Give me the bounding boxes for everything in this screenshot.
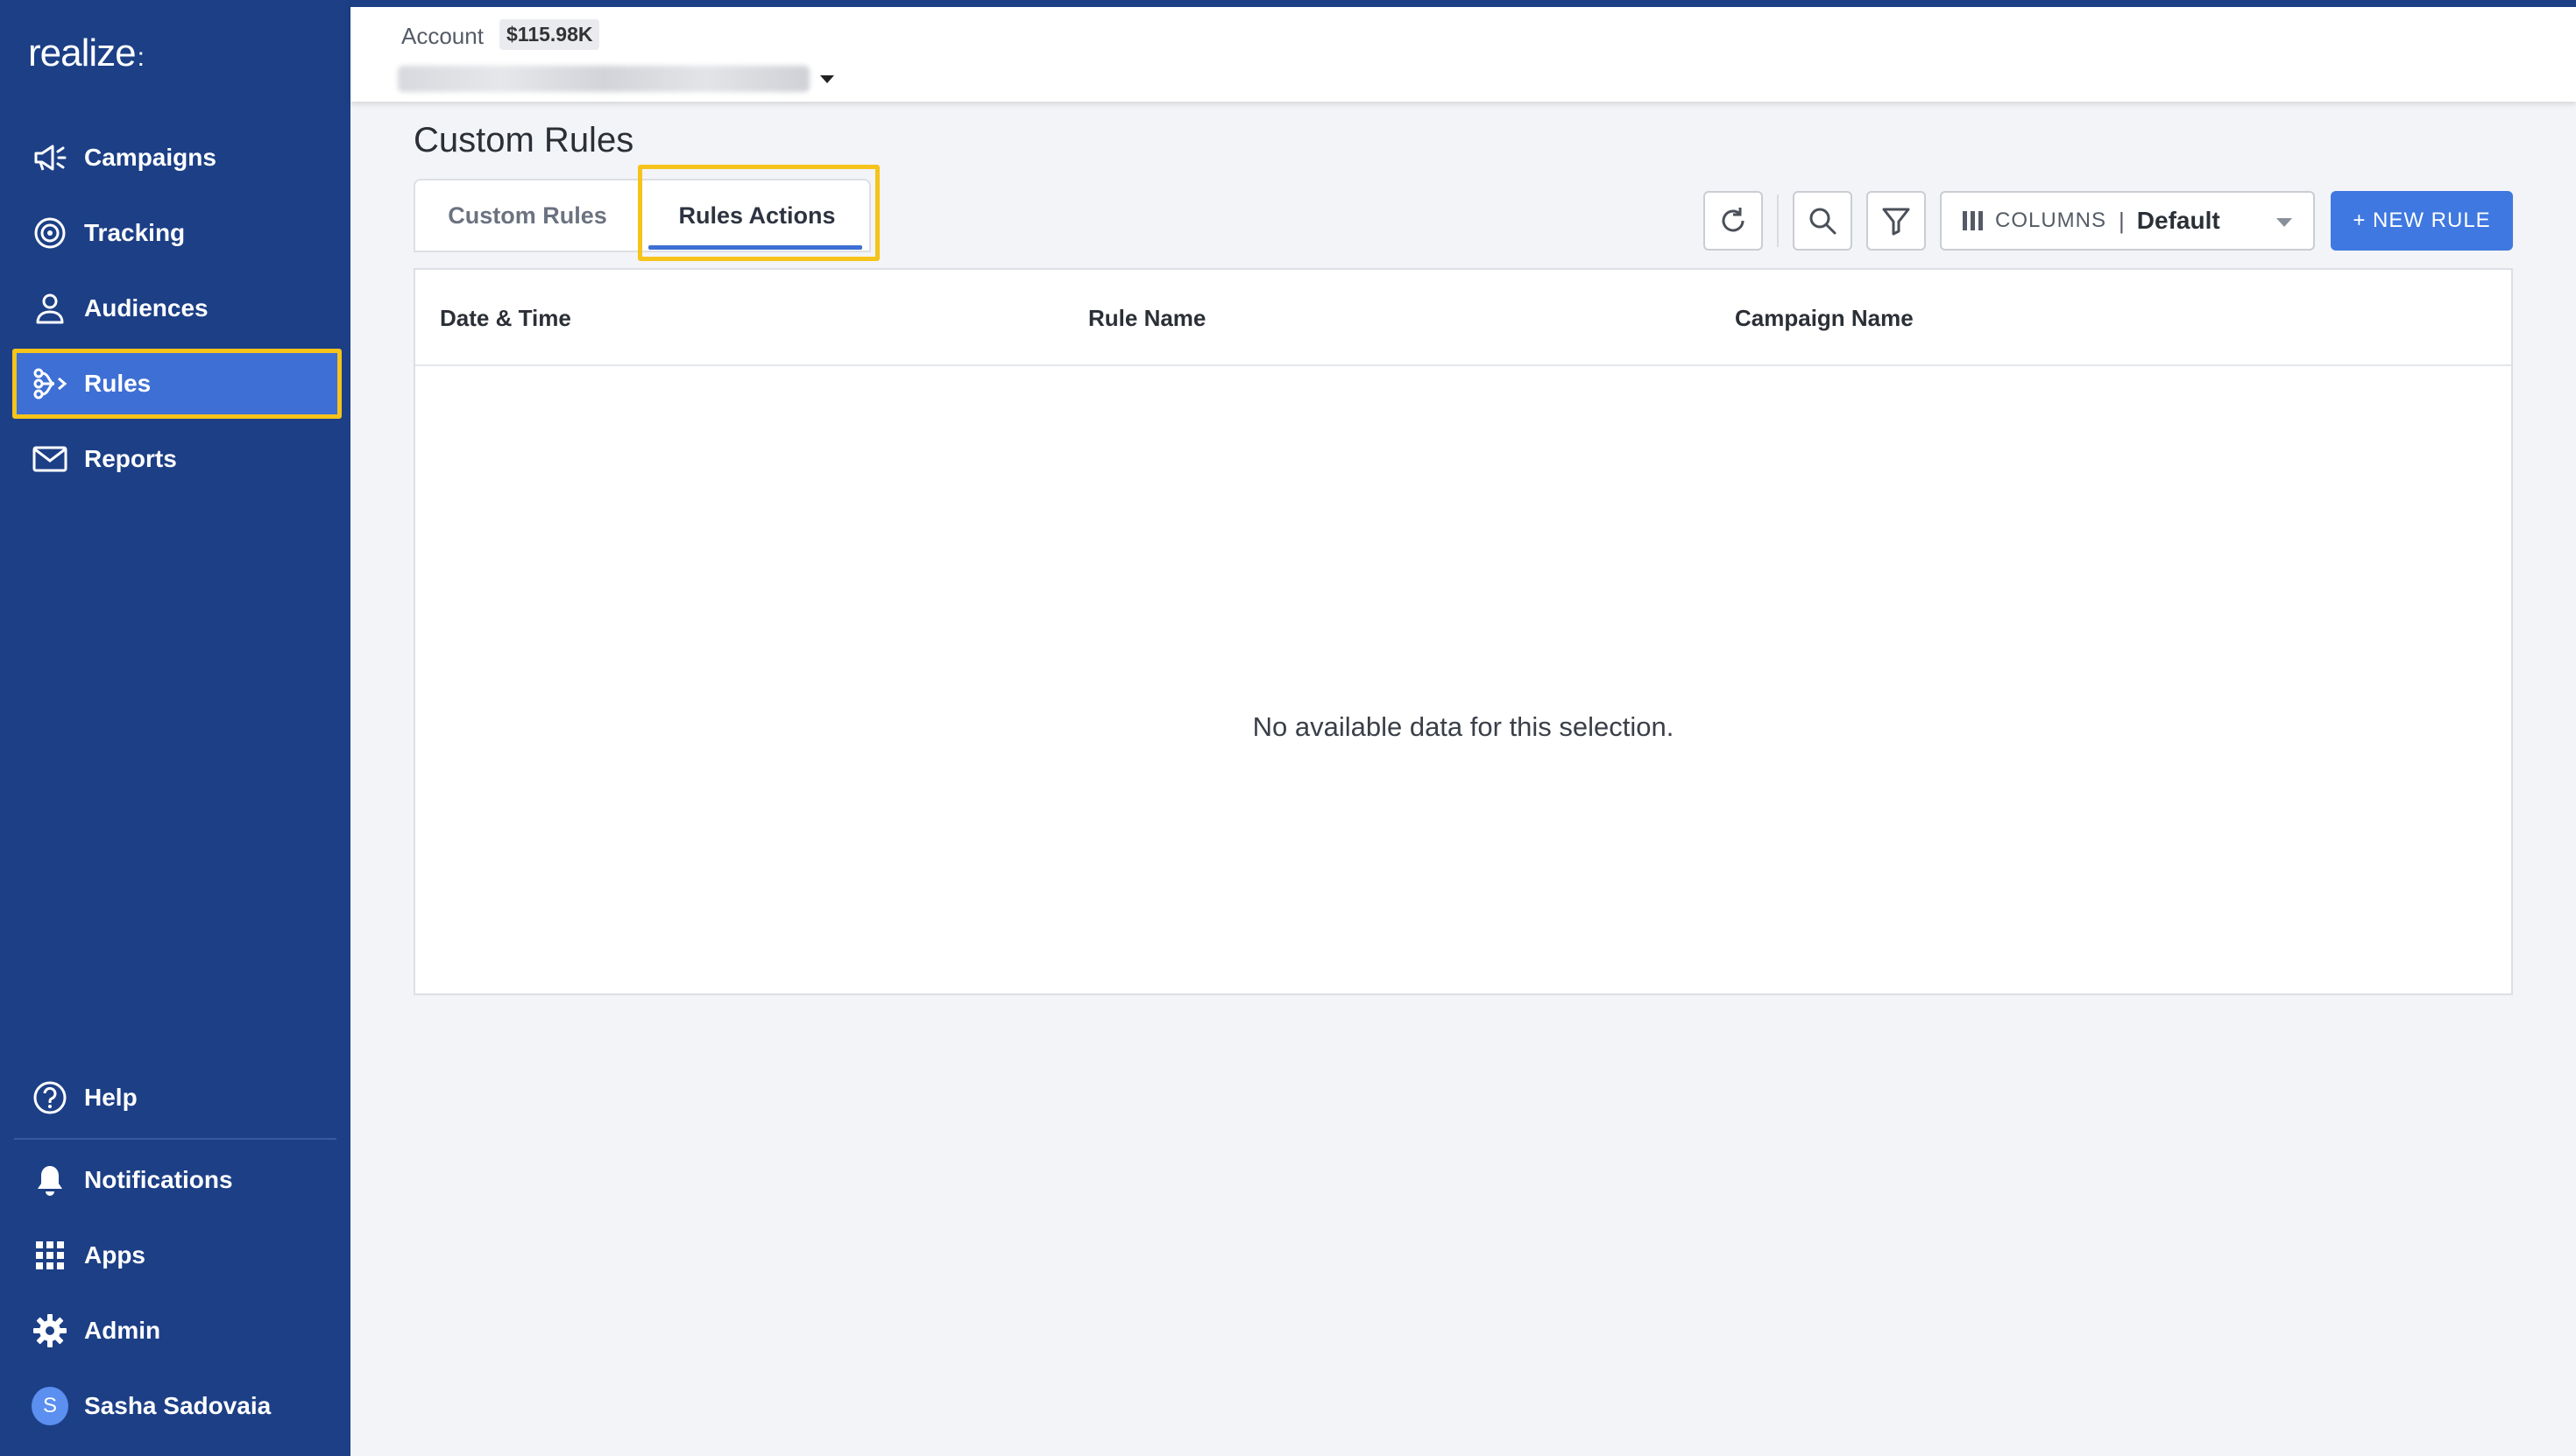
sidebar-item-tracking[interactable]: Tracking <box>12 198 342 268</box>
sidebar: realize: Campaigns Tracking Audiences Ru… <box>0 0 350 1456</box>
new-rule-button[interactable]: + NEW RULE <box>2331 191 2513 251</box>
table-header: Date & Time Rule Name Campaign Name <box>415 270 2511 366</box>
sidebar-item-audiences[interactable]: Audiences <box>12 273 342 343</box>
sidebar-item-reports[interactable]: Reports <box>12 424 342 494</box>
help-icon <box>32 1079 68 1116</box>
columns-label: COLUMNS <box>1995 209 2107 232</box>
account-selector[interactable] <box>398 61 810 96</box>
target-icon <box>32 215 68 251</box>
avatar-wrap: S <box>32 1387 68 1425</box>
sidebar-item-rules[interactable]: Rules <box>12 349 342 419</box>
account-label: Account <box>401 23 484 49</box>
empty-state-message: No available data for this selection. <box>1252 711 1674 742</box>
account-name-redacted <box>398 66 810 92</box>
search-icon <box>1809 208 1836 235</box>
page-title: Custom Rules <box>414 121 634 159</box>
megaphone-icon <box>32 139 68 176</box>
user-name: Sasha Sadovaia <box>84 1392 272 1419</box>
tab-custom-rules[interactable]: Custom Rules <box>415 180 640 251</box>
column-header-date-time[interactable]: Date & Time <box>440 305 571 332</box>
sidebar-item-label: Campaigns <box>84 144 216 171</box>
person-icon <box>32 290 68 327</box>
sidebar-item-campaigns[interactable]: Campaigns <box>12 123 342 193</box>
rules-actions-table: Date & Time Rule Name Campaign Name No a… <box>414 268 2513 995</box>
sidebar-item-notifications[interactable]: Notifications <box>12 1145 342 1215</box>
sidebar-item-label: Tracking <box>84 219 186 246</box>
columns-icon <box>1963 211 1983 230</box>
mail-icon <box>32 441 68 477</box>
rules-flow-icon <box>32 365 68 402</box>
column-header-rule-name[interactable]: Rule Name <box>1088 305 1206 332</box>
sidebar-item-label: Notifications <box>84 1166 233 1193</box>
sidebar-item-label: Apps <box>84 1241 145 1269</box>
bell-icon <box>32 1162 68 1198</box>
sidebar-item-label: Reports <box>84 445 177 472</box>
column-header-campaign-name[interactable]: Campaign Name <box>1735 305 1914 332</box>
sidebar-item-label: Help <box>84 1084 138 1111</box>
realize-logo[interactable]: realize: <box>28 32 145 75</box>
sidebar-item-admin[interactable]: Admin <box>12 1296 342 1366</box>
active-tab-indicator <box>648 245 862 250</box>
grid-icon <box>32 1237 68 1274</box>
columns-select[interactable]: COLUMNS | Default <box>1940 191 2315 251</box>
sidebar-item-label: Rules <box>84 370 152 397</box>
filter-button[interactable] <box>1866 191 1926 251</box>
sidebar-item-label: Audiences <box>84 294 209 322</box>
columns-separator: | <box>2119 207 2125 234</box>
tab-bar: Custom Rules Rules Actions <box>414 179 871 252</box>
user-menu[interactable]: S Sasha Sadovaia <box>12 1371 342 1441</box>
toolbar-divider <box>1777 194 1779 247</box>
search-button[interactable] <box>1793 191 1852 251</box>
chevron-down-icon <box>2276 218 2292 227</box>
chevron-down-icon[interactable] <box>820 75 834 83</box>
logo-suffix: : <box>137 43 145 72</box>
refresh-button[interactable] <box>1703 191 1763 251</box>
tab-rules-actions[interactable]: Rules Actions <box>645 180 869 251</box>
sidebar-divider <box>14 1138 336 1140</box>
columns-value: Default <box>2136 207 2220 234</box>
filter-icon <box>1882 208 1910 236</box>
sidebar-item-label: Admin <box>84 1317 161 1344</box>
balance-badge: $115.98K <box>499 19 600 50</box>
logo-text: realize <box>28 32 137 74</box>
top-bar: Account $115.98K <box>350 0 2576 102</box>
avatar: S <box>32 1387 68 1425</box>
refresh-icon <box>1722 208 1744 232</box>
sidebar-item-apps[interactable]: Apps <box>12 1220 342 1290</box>
sidebar-item-help[interactable]: Help <box>12 1063 342 1133</box>
gear-icon <box>32 1312 68 1349</box>
